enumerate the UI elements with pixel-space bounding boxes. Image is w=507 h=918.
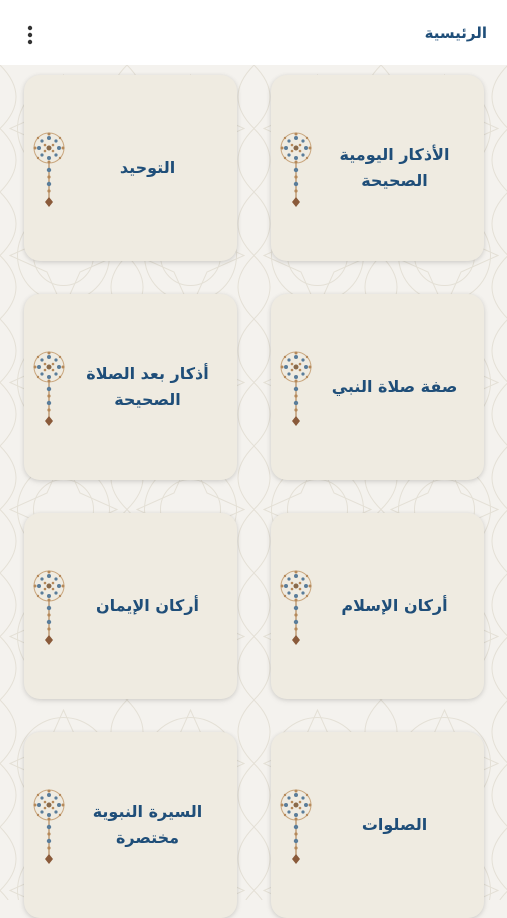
card-tawheed[interactable]: التوحيد [24, 75, 237, 261]
ornament-icon [279, 788, 313, 865]
more-vertical-icon [27, 25, 33, 45]
card-prayers[interactable]: الصلوات [271, 732, 484, 918]
card-prophet-prayer[interactable]: صفة صلاة النبي [271, 294, 484, 480]
card-label: أركان الإيمان [95, 596, 200, 615]
card-seerah[interactable]: السيرة النبوية مختصرة [24, 732, 237, 918]
card-after-prayer-adhkar[interactable]: أذكار بعد الصلاة الصحيحة [24, 294, 237, 480]
card-label: الأذكار اليومية الصحيحة [339, 145, 450, 190]
ornament-icon [279, 131, 313, 208]
card-label: الصلوات [361, 815, 428, 834]
ornament-icon [32, 569, 66, 646]
card-label: صفة صلاة النبي [331, 377, 458, 396]
card-label: أذكار بعد الصلاة الصحيحة [86, 364, 209, 409]
card-pillars-islam[interactable]: أركان الإسلام [271, 513, 484, 699]
card-label: التوحيد [119, 158, 176, 177]
ornament-icon [32, 788, 66, 865]
more-options-button[interactable] [18, 23, 42, 47]
ornament-icon [279, 569, 313, 646]
ornament-icon [32, 131, 66, 208]
card-daily-adhkar[interactable]: الأذكار اليومية الصحيحة [271, 75, 484, 261]
card-label: أركان الإسلام [341, 596, 448, 615]
card-label: السيرة النبوية مختصرة [92, 802, 203, 847]
app-bar: الرئيسية [0, 0, 507, 65]
ornament-icon [279, 350, 313, 427]
page-title: الرئيسية [424, 24, 487, 42]
ornament-icon [32, 350, 66, 427]
card-pillars-iman[interactable]: أركان الإيمان [24, 513, 237, 699]
